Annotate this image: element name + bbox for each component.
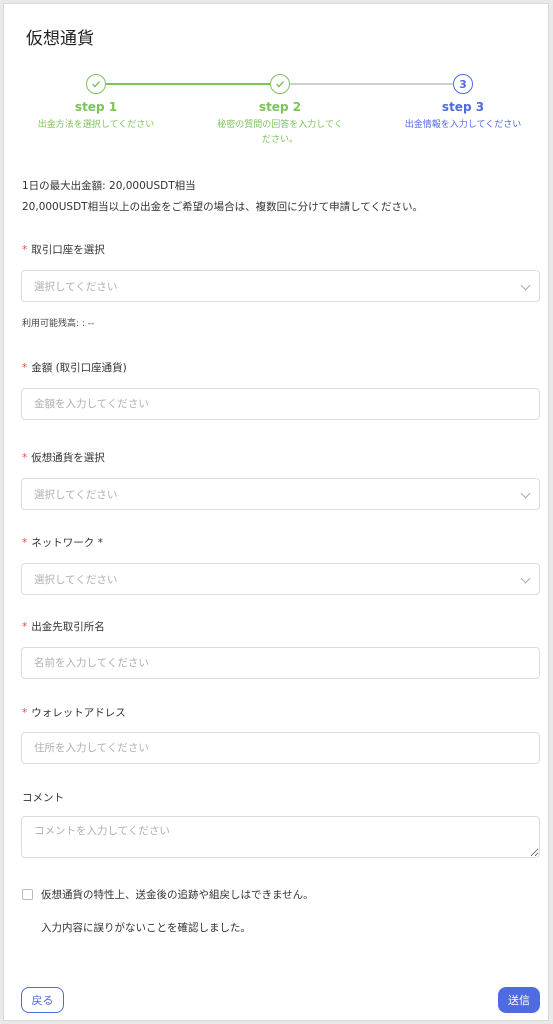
split-request-text: 20,000USDT相当以上の出金をご希望の場合は、複数回に分けて申請してくださ… <box>22 201 423 213</box>
wallet-label: * ウォレットアドレス <box>22 707 126 719</box>
step-3: 3 step 3 出金情報を入力してください <box>393 72 533 133</box>
crypto-label: * 仮想通貨を選択 <box>22 452 105 464</box>
step-2: step 2 秘密の質問の回答を入力してください。 <box>210 72 350 148</box>
step-1: step 1 出金方法を選択してください <box>26 72 166 133</box>
required-mark: * <box>22 452 28 464</box>
chevron-down-icon <box>520 280 531 291</box>
required-mark: * <box>22 537 28 549</box>
comment-textarea[interactable] <box>21 816 540 858</box>
network-select[interactable]: 選択してください <box>21 563 540 595</box>
step-description: 秘密の質問の回答を入力してください。 <box>217 120 343 145</box>
agreement-text: 仮想通貨の特性上、送金後の追跡や組戻しはできません。 <box>41 889 314 901</box>
account-select[interactable]: 選択してください <box>21 270 540 302</box>
account-label: * 取引口座を選択 <box>22 244 105 256</box>
withdrawal-card: 仮想通貨 step 1 出金方法を選択してください step 2 秘密の質問の回… <box>3 3 549 1021</box>
crypto-select[interactable]: 選択してください <box>21 478 540 510</box>
amount-label: * 金額 (取引口座通貨) <box>22 362 127 374</box>
confirmation-text: 入力内容に誤りがないことを確認しました。 <box>41 922 251 934</box>
comment-label: コメント <box>22 792 64 804</box>
step-indicator: step 1 出金方法を選択してください step 2 秘密の質問の回答を入力し… <box>4 72 548 152</box>
required-mark: * <box>22 621 28 633</box>
amount-input[interactable] <box>21 388 540 420</box>
withdrawal-limit-info: 1日の最大出金額: 20,000USDT相当 20,000USDT相当以上の出金… <box>22 176 423 218</box>
step-description: 出金方法を選択してください <box>37 120 155 130</box>
exchange-name-input[interactable] <box>21 647 540 679</box>
max-withdrawal-text: 1日の最大出金額: 20,000USDT相当 <box>22 180 196 192</box>
exchange-label: * 出金先取引所名 <box>22 621 105 633</box>
check-icon <box>86 74 106 94</box>
wallet-address-input[interactable] <box>21 732 540 764</box>
step-name: step 2 <box>258 100 302 114</box>
required-mark: * <box>22 244 28 256</box>
step-name: step 3 <box>441 100 485 114</box>
network-label: * ネットワーク * <box>22 537 103 549</box>
available-balance: 利用可能残高: : -- <box>22 319 95 329</box>
step-number: 3 <box>453 74 473 94</box>
step-description: 出金情報を入力してください <box>404 120 522 130</box>
required-mark: * <box>22 707 28 719</box>
agreement-checkbox[interactable] <box>22 889 33 900</box>
chevron-down-icon <box>520 573 531 584</box>
submit-button[interactable]: 送信 <box>498 987 540 1013</box>
required-mark: * <box>22 362 28 374</box>
back-button[interactable]: 戻る <box>21 987 64 1013</box>
chevron-down-icon <box>520 488 531 499</box>
step-name: step 1 <box>74 100 118 114</box>
check-icon <box>270 74 290 94</box>
page-title: 仮想通貨 <box>26 29 94 49</box>
